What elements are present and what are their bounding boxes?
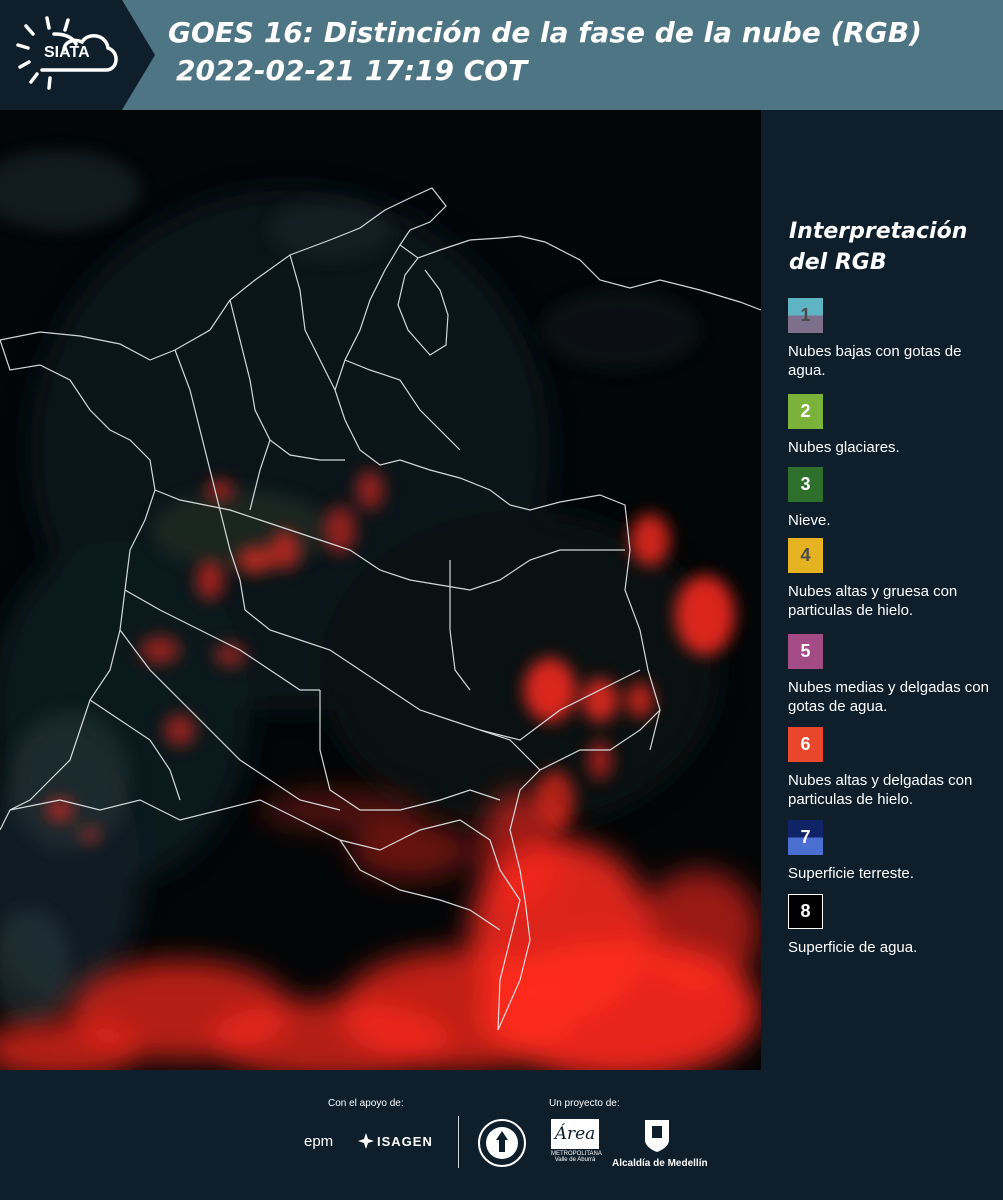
legend-label: Superficie terreste. [788,865,914,882]
legend-number: 6 [800,734,811,754]
page-title: GOES 16: Distinción de la fase de la nub… [168,14,922,90]
emblem-seal-icon[interactable] [477,1118,527,1168]
support-label: Con el apoyo de: [328,1098,404,1109]
legend-number: 8 [800,901,811,921]
logo-text: SIATA [44,44,90,61]
legend-number: 3 [800,474,811,494]
project-label: Un proyecto de: [549,1098,620,1109]
legend-label: Nubes bajas con gotas de agua. [788,343,962,379]
legend-swatch: 6 [788,727,823,762]
area-script: Área [551,1119,599,1149]
area-metropolitana-logo[interactable]: Área METROPOLITANA Valle de Aburrá [551,1119,602,1169]
legend-panel: Interpretación del RGB 1 Nubes bajas con… [761,110,1003,1070]
legend-item-7: 7 Superficie terreste. [788,820,1003,883]
legend-swatch: 4 [788,538,823,573]
legend-item-6: 6 Nubes altas y delgadas con particulas … [788,727,1003,809]
legend-number: 2 [800,401,811,421]
legend-label: Nubes medias y delgadas con gotas de agu… [788,679,989,715]
legend-label: Nubes glaciares. [788,439,900,456]
isagen-star-icon [358,1133,374,1149]
legend-item-5: 5 Nubes medias y delgadas con gotas de a… [788,634,1003,716]
footer-divider [458,1116,459,1168]
title-datetime: 2022-02-21 17:19 COT [176,54,528,87]
legend-number: 1 [800,305,811,325]
epm-logo[interactable]: epm [304,1133,333,1150]
legend-swatch: 1 [788,298,823,333]
title-product: GOES 16: Distinción de la fase de la nub… [168,16,922,49]
rgb-composite-image [0,110,761,1070]
legend-number: 7 [800,827,811,847]
isagen-logo[interactable]: ISAGEN [377,1134,433,1149]
legend-title: Interpretación del RGB [789,219,968,275]
legend-item-8: 8 Superficie de agua. [788,894,1003,957]
siata-logo[interactable]: SIATA [0,0,155,110]
legend-swatch: 7 [788,820,823,855]
legend-label: Nubes altas y delgadas con particulas de… [788,772,973,808]
area-sub: Valle de Aburrá [554,1157,596,1163]
footer: Con el apoyo de: Un proyecto de: epm ISA… [0,1070,1003,1200]
header-bar: SIATA GOES 16: Distinción de la fase de … [0,0,1003,110]
legend-item-2: 2 Nubes glaciares. [788,394,1003,457]
legend-item-4: 4 Nubes altas y gruesa con particulas de… [788,538,1003,620]
legend-label: Superficie de agua. [788,939,918,956]
satellite-map[interactable] [0,110,761,1070]
legend-swatch: 3 [788,467,823,502]
legend-item-3: 3 Nieve. [788,467,1003,530]
legend-item-1: 1 Nubes bajas con gotas de agua. [788,298,1003,380]
legend-swatch: 2 [788,394,823,429]
legend-number: 4 [800,545,811,565]
legend-number: 5 [800,641,811,661]
legend-swatch: 5 [788,634,823,669]
legend-label: Nieve. [788,512,831,529]
legend-swatch: 8 [788,894,823,929]
medellin-shield-icon [645,1120,669,1152]
legend-label: Nubes altas y gruesa con particulas de h… [788,583,958,619]
medellin-logo[interactable]: Alcaldía de Medellín [612,1158,708,1169]
